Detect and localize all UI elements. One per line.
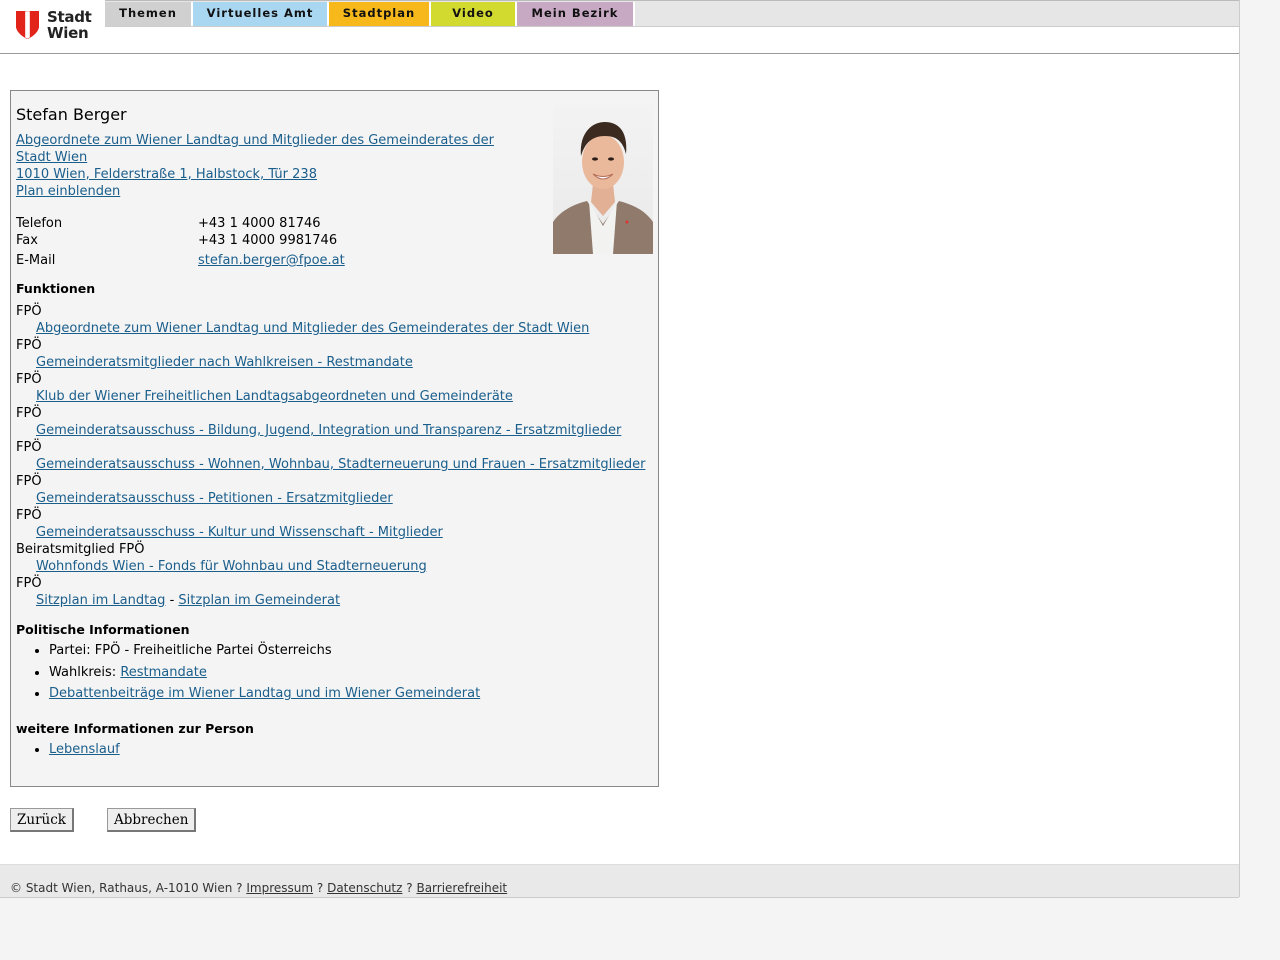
role-link[interactable]: Abgeordnete zum Wiener Landtag und Mitgl… xyxy=(16,132,516,166)
politische-informationen-heading: Politische Informationen xyxy=(16,622,190,637)
person-card: Stefan Berger Abgeordnete zum Wiener Lan… xyxy=(10,90,659,787)
person-photo xyxy=(553,104,653,254)
top-navigation: Themen Virtuelles Amt Stadtplan Video Me… xyxy=(105,0,1239,27)
funktionen-list: FPÖ Abgeordnete zum Wiener Landtag und M… xyxy=(16,303,656,609)
function-link[interactable]: Wohnfonds Wien - Fonds für Wohnbau und S… xyxy=(16,558,656,575)
function-link[interactable]: Gemeinderatsausschuss - Wohnen, Wohnbau,… xyxy=(16,456,656,473)
telefon-value: +43 1 4000 81746 xyxy=(198,216,321,231)
function-party: FPÖ xyxy=(16,406,42,421)
page: Stadt Wien Themen Virtuelles Amt Stadtpl… xyxy=(0,0,1240,897)
contact-table: Telefon +43 1 4000 81746 Fax +43 1 4000 … xyxy=(16,215,536,269)
function-link[interactable]: Klub der Wiener Freiheitlichen Landtagsa… xyxy=(16,388,656,405)
footer-text: © Stadt Wien, Rathaus, A-1010 Wien ? Imp… xyxy=(10,881,508,895)
contact-row-telefon: Telefon +43 1 4000 81746 xyxy=(16,215,536,232)
function-link[interactable]: Gemeinderatsausschuss - Kultur und Wisse… xyxy=(16,524,656,541)
lebenslauf-link[interactable]: Lebenslauf xyxy=(49,742,120,757)
debatten-link[interactable]: Debattenbeiträge im Wiener Landtag und i… xyxy=(49,686,480,701)
function-party: FPÖ xyxy=(16,508,42,523)
copyright: © Stadt Wien, Rathaus, A-1010 Wien xyxy=(10,881,233,895)
tab-themen[interactable]: Themen xyxy=(105,2,193,26)
function-party: Beiratsmitglied FPÖ xyxy=(16,542,145,557)
address-block: Abgeordnete zum Wiener Landtag und Mitgl… xyxy=(16,132,516,200)
funktionen-heading: Funktionen xyxy=(16,281,96,296)
function-party: FPÖ xyxy=(16,304,42,319)
back-button[interactable]: Zurück xyxy=(10,808,74,832)
sitzplan-separator: - xyxy=(169,593,175,608)
function-link[interactable]: Gemeinderatsausschuss - Bildung, Jugend,… xyxy=(16,422,656,439)
function-link[interactable]: Gemeinderatsmitglieder nach Wahlkreisen … xyxy=(16,354,656,371)
tab-mein-bezirk[interactable]: Mein Bezirk xyxy=(517,2,635,26)
impressum-link[interactable]: Impressum xyxy=(246,881,313,895)
function-link[interactable]: Abgeordnete zum Wiener Landtag und Mitgl… xyxy=(16,320,656,337)
plan-einblenden-link[interactable]: Plan einblenden xyxy=(16,183,516,200)
site-header: Stadt Wien Themen Virtuelles Amt Stadtpl… xyxy=(0,0,1239,54)
politische-informationen-list: Partei: FPÖ - Freiheitliche Partei Öster… xyxy=(16,640,480,705)
sitzplan-gemeinderat-link[interactable]: Sitzplan im Gemeinderat xyxy=(178,593,340,608)
wien-shield-icon xyxy=(16,11,39,39)
tab-stadtplan[interactable]: Stadtplan xyxy=(329,2,431,26)
function-party: FPÖ xyxy=(16,338,42,353)
contact-label: Fax xyxy=(16,233,38,248)
debatten-item: Debattenbeiträge im Wiener Landtag und i… xyxy=(49,683,480,705)
function-party: FPÖ xyxy=(16,576,42,591)
partei-item: Partei: FPÖ - Freiheitliche Partei Öster… xyxy=(49,640,480,662)
function-party: FPÖ xyxy=(16,474,42,489)
sitzplan-landtag-link[interactable]: Sitzplan im Landtag xyxy=(36,593,165,608)
site-footer: © Stadt Wien, Rathaus, A-1010 Wien ? Imp… xyxy=(0,864,1239,898)
barrierefreiheit-link[interactable]: Barrierefreiheit xyxy=(416,881,507,895)
cancel-button[interactable]: Abbrechen xyxy=(107,808,197,832)
weitere-informationen-heading: weitere Informationen zur Person xyxy=(16,721,254,736)
contact-label: E-Mail xyxy=(16,253,56,268)
datenschutz-link[interactable]: Datenschutz xyxy=(327,881,402,895)
stadt-wien-logo[interactable]: Stadt Wien xyxy=(0,0,105,52)
function-party: FPÖ xyxy=(16,440,42,455)
weitere-informationen-list: Lebenslauf xyxy=(16,739,120,761)
partei-value: FPÖ - Freiheitliche Partei Österreichs xyxy=(94,643,332,658)
wahlkreis-item: Wahlkreis: Restmandate xyxy=(49,662,480,684)
function-link[interactable]: Gemeinderatsausschuss - Petitionen - Ers… xyxy=(16,490,656,507)
lebenslauf-item: Lebenslauf xyxy=(49,739,120,761)
sitzplan-row: Sitzplan im Landtag - Sitzplan im Gemein… xyxy=(16,592,656,609)
wahlkreis-link[interactable]: Restmandate xyxy=(120,665,207,680)
contact-label: Telefon xyxy=(16,216,63,231)
email-link[interactable]: stefan.berger@fpoe.at xyxy=(198,252,345,269)
logo-text: Stadt Wien xyxy=(47,8,92,42)
tab-virtuelles-amt[interactable]: Virtuelles Amt xyxy=(193,2,329,26)
contact-row-fax: Fax +43 1 4000 9981746 xyxy=(16,232,536,249)
address-link[interactable]: 1010 Wien, Felderstraße 1, Halbstock, Tü… xyxy=(16,166,516,183)
contact-row-email: E-Mail stefan.berger@fpoe.at xyxy=(16,252,536,269)
tab-video[interactable]: Video xyxy=(431,2,517,26)
person-name: Stefan Berger xyxy=(16,105,127,124)
fax-value: +43 1 4000 9981746 xyxy=(198,233,338,248)
function-party: FPÖ xyxy=(16,372,42,387)
